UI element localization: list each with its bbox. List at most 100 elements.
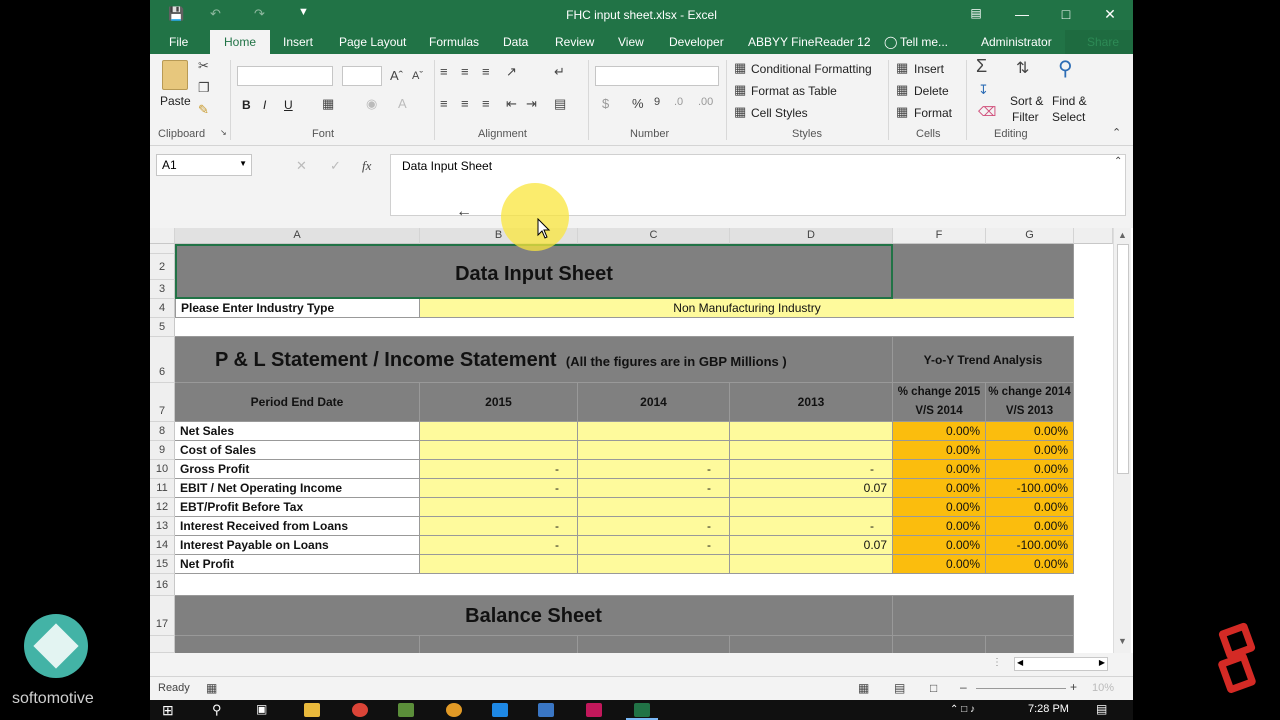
percent-icon[interactable]: % bbox=[632, 96, 644, 111]
currency-icon[interactable]: $ bbox=[602, 96, 609, 111]
line-pct2[interactable]: 0.00% bbox=[986, 517, 1074, 536]
sort-filter-label-1[interactable]: Sort & bbox=[1010, 94, 1043, 108]
sheet-title[interactable]: Data Input Sheet bbox=[175, 244, 893, 299]
row-header-15[interactable]: 15 bbox=[150, 555, 175, 574]
row-header-10[interactable]: 10 bbox=[150, 460, 175, 479]
decrease-indent-icon[interactable]: ⇤ bbox=[506, 96, 517, 112]
line-2014[interactable]: - bbox=[578, 460, 730, 479]
grid-cell[interactable] bbox=[175, 636, 420, 653]
top-align-icon[interactable]: ≡ bbox=[440, 64, 448, 79]
line-label[interactable]: Interest Received from Loans bbox=[175, 517, 420, 536]
line-label[interactable]: Cost of Sales bbox=[175, 441, 420, 460]
line-pct2[interactable]: 0.00% bbox=[986, 460, 1074, 479]
align-center-icon[interactable]: ≡ bbox=[461, 96, 469, 111]
middle-align-icon[interactable]: ≡ bbox=[461, 64, 469, 79]
tab-home[interactable]: Home bbox=[210, 30, 271, 54]
line-pct1[interactable]: 0.00% bbox=[893, 441, 986, 460]
tab-data[interactable]: Data bbox=[503, 35, 528, 49]
col-header-f[interactable]: F bbox=[893, 228, 986, 244]
tab-split-icon[interactable]: ⋮ bbox=[992, 657, 1002, 668]
ribbon-display-icon[interactable]: ▤ bbox=[966, 6, 986, 20]
title-filler[interactable] bbox=[893, 244, 1074, 299]
industry-value[interactable]: Non Manufacturing Industry bbox=[420, 299, 1074, 318]
insert-function-icon[interactable]: fx bbox=[362, 158, 371, 174]
line-pct2[interactable]: 0.00% bbox=[986, 498, 1074, 517]
copy-icon[interactable]: ❐ bbox=[198, 80, 210, 96]
line-label[interactable]: Net Profit bbox=[175, 555, 420, 574]
fill-icon[interactable]: ↧ bbox=[978, 82, 989, 98]
line-2015[interactable]: - bbox=[420, 517, 578, 536]
font-size-combo[interactable] bbox=[342, 66, 382, 86]
app-icon[interactable] bbox=[446, 703, 462, 717]
file-explorer-icon[interactable] bbox=[304, 703, 320, 717]
scroll-down-icon[interactable]: ▼ bbox=[1118, 636, 1127, 646]
line-2013[interactable]: 0.07 bbox=[730, 536, 893, 555]
network-app-icon[interactable] bbox=[538, 703, 554, 717]
row-header-2[interactable]: 2 bbox=[150, 254, 175, 280]
excel-taskbar-icon[interactable] bbox=[634, 703, 650, 717]
row-header-3[interactable]: 3 bbox=[150, 280, 175, 299]
line-pct1[interactable]: 0.00% bbox=[893, 422, 986, 441]
formula-input[interactable]: Data Input Sheet bbox=[390, 154, 1126, 216]
orientation-icon[interactable]: ↗ bbox=[506, 64, 517, 80]
find-select-label-1[interactable]: Find & bbox=[1052, 94, 1087, 108]
line-pct1[interactable]: 0.00% bbox=[893, 517, 986, 536]
row-header-11[interactable]: 11 bbox=[150, 479, 175, 498]
grid-cell[interactable] bbox=[578, 636, 730, 653]
balance-sheet-title[interactable]: Balance Sheet bbox=[175, 596, 893, 636]
line-2015[interactable] bbox=[420, 498, 578, 517]
row-header-6[interactable]: 6 bbox=[150, 337, 175, 383]
line-pct2[interactable]: 0.00% bbox=[986, 441, 1074, 460]
format-painter-icon[interactable]: ✎ bbox=[198, 102, 209, 118]
scrollbar-thumb[interactable] bbox=[1117, 244, 1129, 474]
line-2013[interactable]: 0.07 bbox=[730, 479, 893, 498]
tab-view[interactable]: View bbox=[618, 35, 644, 49]
zoom-out-icon[interactable]: – bbox=[960, 680, 967, 694]
normal-view-icon[interactable]: ▦ bbox=[858, 681, 869, 695]
line-2014[interactable] bbox=[578, 441, 730, 460]
row-header-7[interactable]: 7 bbox=[150, 383, 175, 422]
line-label[interactable]: Gross Profit bbox=[175, 460, 420, 479]
line-label[interactable]: Net Sales bbox=[175, 422, 420, 441]
grid-cell[interactable] bbox=[420, 636, 578, 653]
align-left-icon[interactable]: ≡ bbox=[440, 96, 448, 111]
line-2014[interactable] bbox=[578, 498, 730, 517]
line-2013[interactable] bbox=[730, 441, 893, 460]
line-2014[interactable]: - bbox=[578, 536, 730, 555]
italic-button[interactable]: I bbox=[263, 98, 266, 112]
grid-cell[interactable] bbox=[893, 636, 986, 653]
zoom-level[interactable]: 10% bbox=[1092, 682, 1114, 694]
line-2013[interactable]: - bbox=[730, 517, 893, 536]
horizontal-scrollbar[interactable]: ◀ ▶ bbox=[1014, 657, 1108, 671]
tab-abbyy[interactable]: ABBYY FineReader 12 bbox=[748, 35, 871, 49]
line-label[interactable]: Interest Payable on Loans bbox=[175, 536, 420, 555]
line-pct1[interactable]: 0.00% bbox=[893, 460, 986, 479]
notifications-icon[interactable]: ▤ bbox=[1096, 702, 1107, 716]
line-2015[interactable]: - bbox=[420, 460, 578, 479]
dialog-launcher-icon[interactable]: ↘ bbox=[220, 128, 227, 137]
close-icon[interactable]: ✕ bbox=[1100, 6, 1120, 23]
account-name[interactable]: Administrator bbox=[981, 35, 1052, 49]
line-pct2[interactable]: 0.00% bbox=[986, 555, 1074, 574]
line-2013[interactable] bbox=[730, 498, 893, 517]
year-2013[interactable]: 2013 bbox=[730, 383, 893, 422]
line-2015[interactable] bbox=[420, 441, 578, 460]
col-header-a[interactable]: A bbox=[175, 228, 420, 244]
line-2014[interactable]: - bbox=[578, 479, 730, 498]
line-2013[interactable] bbox=[730, 422, 893, 441]
line-2014[interactable]: - bbox=[578, 517, 730, 536]
tab-page-layout[interactable]: Page Layout bbox=[339, 35, 406, 49]
line-2015[interactable]: - bbox=[420, 479, 578, 498]
minimize-icon[interactable]: — bbox=[1012, 6, 1032, 22]
col-header-d[interactable]: D bbox=[730, 228, 893, 244]
balance-filler[interactable] bbox=[893, 596, 1074, 636]
tab-file[interactable]: File bbox=[169, 35, 188, 49]
cancel-icon[interactable]: ✕ bbox=[296, 158, 307, 174]
col-header-c[interactable]: C bbox=[578, 228, 730, 244]
insert-cells-button[interactable]: Insert bbox=[914, 62, 944, 76]
search-icon[interactable]: ⚲ bbox=[212, 702, 222, 718]
increase-indent-icon[interactable]: ⇥ bbox=[526, 96, 537, 112]
row-header-5[interactable]: 5 bbox=[150, 318, 175, 337]
increase-decimal-icon[interactable]: .0 bbox=[674, 96, 683, 108]
line-pct2[interactable]: -100.00% bbox=[986, 479, 1074, 498]
